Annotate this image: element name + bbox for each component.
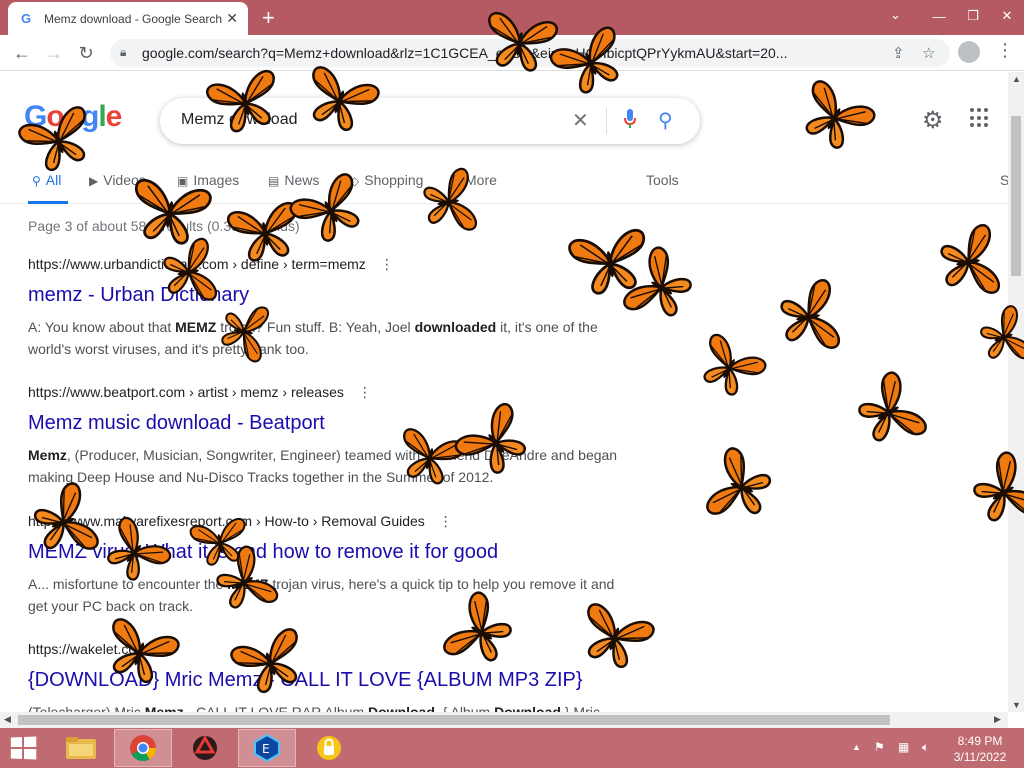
settings-gear-icon[interactable]: ⚙ [922,106,944,135]
lock-app-icon[interactable] [300,729,358,767]
tray-expand-icon[interactable]: ▲ [852,742,861,752]
butterfly-sprite [842,361,937,462]
clock-time: 8:49 PM [957,734,1003,748]
divider [606,108,607,134]
butterfly-sprite [696,438,784,535]
search-result: https://www.beatport.com › artist › memz… [28,384,628,488]
browser-menu-icon[interactable]: ⋮ [996,40,1014,61]
search-input[interactable]: Memz download [181,111,298,129]
minimize-icon[interactable]: — [922,0,956,32]
tab-search-chevron-icon[interactable]: ⌄ [890,7,901,23]
result-menu-icon[interactable]: ⋮ [358,384,372,400]
apps-grid-icon[interactable] [970,108,990,128]
search-box[interactable]: Memz download ✕ ⚲ [160,98,700,144]
result-title-link[interactable]: memz - Urban Dictionary [28,284,628,310]
butterfly-sprite [784,69,885,164]
url-text[interactable]: google.com/search?q=Memz+download&rlz=1C… [142,45,880,61]
browser-tab[interactable]: G Memz download - Google Search ✕ [8,2,248,35]
new-tab-icon[interactable]: + [262,5,275,31]
scroll-up-arrow-icon[interactable]: ▲ [1012,74,1021,84]
tab-images[interactable]: ▣ Images [177,172,239,188]
clear-icon[interactable]: ✕ [572,108,589,133]
tab-close-icon[interactable]: ✕ [226,10,238,27]
search-tabs: ⚲ All ▶ Videos ▣ Images ▤ News ◇ Shopping ⋮ Mo… [0,166,1010,204]
file-explorer-icon[interactable] [52,729,110,767]
network-icon[interactable]: ▦ [898,740,909,754]
restore-icon[interactable]: ❐ [956,0,990,32]
horizontal-scroll-thumb[interactable] [18,715,890,725]
volume-muted-icon[interactable]: 🔈︎ [922,740,929,755]
profile-avatar[interactable] [958,41,980,63]
result-title-link[interactable]: Memz music download - Beatport [28,412,628,438]
vertical-scroll-thumb[interactable] [1011,116,1021,276]
tab-shopping[interactable]: ◇ Shopping [350,172,423,188]
clock-date: 3/11/2022 [953,750,1007,764]
butterfly-sprite [684,324,775,410]
result-cite: https://www.malwarefixesreport.com › How… [28,513,425,529]
search-icon: ⚲ [32,174,41,188]
result-menu-icon[interactable]: ⋮ [162,641,176,657]
result-stats: Page 3 of about 58... results (0.39 seco… [28,218,300,234]
image-icon: ▣ [177,174,189,188]
news-icon: ▤ [268,174,280,188]
result-menu-icon[interactable]: ⋮ [439,513,453,529]
share-icon[interactable]: ⇪ [892,44,905,62]
forward-arrow-icon[interactable]: → [42,41,66,65]
result-cite: https://wakelet.com [28,641,148,657]
tools-button[interactable]: Tools [646,172,679,188]
google-logo[interactable]: Google [24,100,122,134]
scroll-left-arrow-icon[interactable]: ◀ [4,714,11,725]
scroll-right-arrow-icon[interactable]: ▶ [994,714,1001,725]
result-snippet: A: You know about that MEMZ trojan? Fun … [28,319,598,357]
result-snippet: A... misfortune to encounter the MEMZ tr… [28,576,615,614]
close-window-icon[interactable]: ✕ [990,0,1024,32]
result-title-link[interactable]: MEMZ virus: What it is and how to remove… [28,541,628,567]
result-menu-icon[interactable]: ⋮ [380,256,394,272]
lock-icon: 🔒︎ [120,45,127,59]
bookmark-star-icon[interactable]: ☆ [922,44,935,62]
tab-more[interactable]: ⋮ More [448,172,497,188]
window-controls: — ❐ ✕ [922,0,1024,32]
address-bar[interactable]: 🔒︎ google.com/search?q=Memz+download&rlz… [110,39,950,67]
vpn-app-icon[interactable]: E [238,729,296,767]
memz-app-icon[interactable] [176,729,234,767]
result-cite: https://www.beatport.com › artist › memz… [28,384,344,400]
action-center-flag-icon[interactable]: ⚑ [874,740,885,754]
video-icon: ▶ [89,174,99,188]
tab-title: Memz download - Google Search [44,11,222,26]
butterfly-sprite [932,217,1009,307]
active-tab-indicator [28,201,68,204]
svg-text:E: E [262,742,270,756]
windows-taskbar: E ▲ ⚑ ▦ 🔈︎ 8:49 PM 3/11/2022 [0,728,1024,768]
result-cite: https://www.urbandictionary.com › define… [28,256,366,272]
search-result: https://www.malwarefixesreport.com › How… [28,513,628,617]
tag-icon: ◇ [350,174,360,188]
reload-icon[interactable]: ↻ [74,41,98,65]
result-snippet: Memz, (Producer, Musician, Songwriter, E… [28,447,618,485]
tab-news[interactable]: ▤ News [268,172,319,188]
butterfly-sprite [772,272,849,362]
system-clock[interactable]: 8:49 PM 3/11/2022 [950,733,1010,765]
microphone-icon[interactable] [624,108,636,130]
search-result: https://www.urbandictionary.com › define… [28,256,628,360]
browser-titlebar: G Memz download - Google Search ✕ + ⌄ — … [0,0,1024,35]
search-icon[interactable]: ⚲ [658,108,673,133]
windows-start-icon[interactable] [10,736,37,760]
browser-toolbar: ← → ↻ 🔒︎ google.com/search?q=Memz+downlo… [0,35,1024,71]
tab-all[interactable]: ⚲ All [32,172,61,188]
tab-videos[interactable]: ▶ Videos [89,172,146,188]
chrome-icon[interactable] [114,729,172,767]
kebab-icon: ⋮ [448,174,460,188]
result-title-link[interactable]: {DOWNLOAD} Mric Memz - CALL IT LOVE {ALB… [28,669,628,695]
google-favicon-icon: G [20,10,32,26]
back-arrow-icon[interactable]: ← [10,41,34,65]
scroll-down-arrow-icon[interactable]: ▼ [1012,700,1021,710]
